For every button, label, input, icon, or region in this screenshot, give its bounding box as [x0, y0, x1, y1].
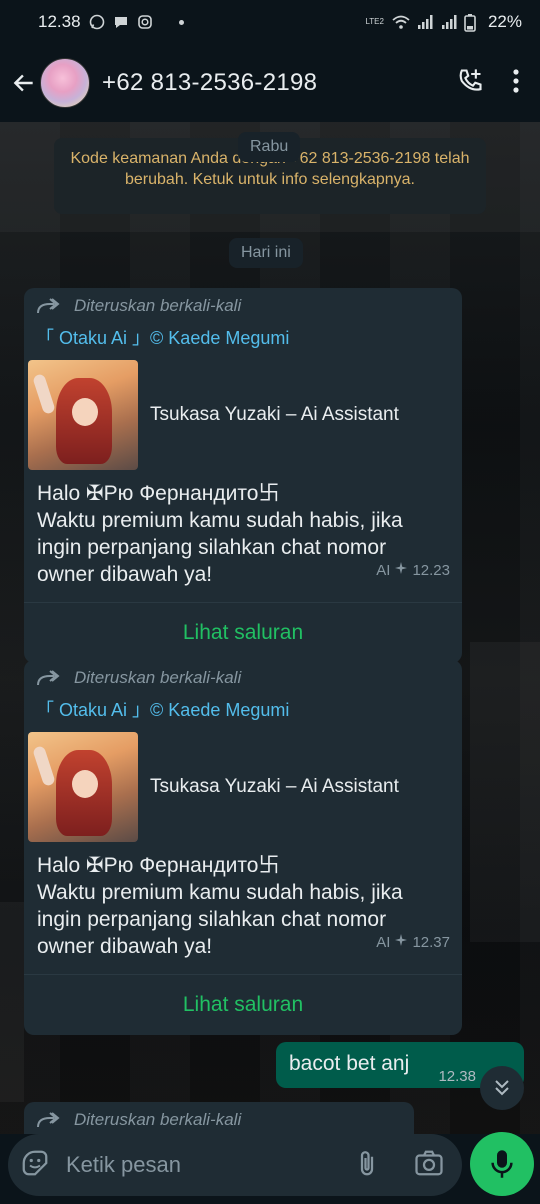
voice-message-button[interactable] [470, 1132, 534, 1196]
message-body: Halo ✠Рю Фернандито卐 Waktu premium kamu … [24, 842, 462, 960]
message-greeting: Halo ✠Рю Фернандито卐 [37, 482, 280, 505]
status-bar: 12.38 LTE2 22% [0, 0, 540, 44]
attach-icon [360, 1150, 374, 1175]
outgoing-time: 12.38 [438, 1068, 476, 1085]
message-time: 12.37 [412, 934, 450, 951]
preview-thumbnail [28, 732, 138, 842]
chat-header: +62 813-2536-2198 [0, 44, 540, 122]
date-pill-today: Hari ini [229, 238, 303, 268]
mic-icon [491, 1150, 513, 1178]
signal-icon [440, 14, 457, 30]
more-options-button[interactable] [512, 68, 520, 99]
partial-message-bubble[interactable]: Diteruskan berkali-kali [24, 1102, 414, 1134]
channel-name[interactable]: 「 Otaku Ai 」© Kaede Megumi [24, 690, 462, 722]
sparkle-icon [394, 929, 408, 956]
wifi-icon [392, 14, 410, 30]
forward-icon [37, 298, 60, 314]
link-preview[interactable]: Tsukasa Yuzaki – Ai Assistant [28, 732, 458, 842]
signal-icon [416, 14, 433, 30]
contact-title[interactable]: +62 813-2536-2198 [102, 69, 317, 97]
emoji-button[interactable] [20, 1148, 50, 1183]
chevron-down-icon [495, 1080, 509, 1096]
attach-button[interactable] [356, 1148, 378, 1183]
message-greeting: Halo ✠Рю Фернандито卐 [37, 854, 280, 877]
forwarded-text: Diteruskan berkali-kali [74, 296, 242, 315]
chat-icon [113, 14, 129, 30]
lte-label: LTE2 [365, 17, 384, 26]
preview-title: Tsukasa Yuzaki – Ai Assistant [150, 404, 399, 425]
instagram-icon [137, 14, 153, 30]
forward-icon [37, 1112, 60, 1128]
emoji-icon [22, 1150, 48, 1175]
wallpaper-band [0, 902, 24, 1102]
whatsapp-icon [89, 14, 105, 30]
outgoing-text: bacot bet anj [289, 1052, 410, 1075]
message-bubble[interactable]: Diteruskan berkali-kali 「 Otaku Ai 」© Ka… [24, 288, 462, 663]
wallpaper-band [470, 642, 540, 942]
link-preview[interactable]: Tsukasa Yuzaki – Ai Assistant [28, 360, 458, 470]
message-bubble[interactable]: Diteruskan berkali-kali 「 Otaku Ai 」© Ka… [24, 660, 462, 1035]
back-button[interactable] [6, 65, 42, 101]
forward-icon [37, 670, 60, 686]
forwarded-label: Diteruskan berkali-kali [24, 288, 462, 318]
battery-icon [464, 14, 480, 32]
forwarded-label: Diteruskan berkali-kali [24, 1102, 414, 1132]
avatar[interactable] [40, 58, 90, 108]
scroll-down-button[interactable] [480, 1066, 524, 1110]
add-call-icon [459, 68, 482, 91]
forwarded-text: Diteruskan berkali-kali [74, 1110, 242, 1129]
composer [0, 1132, 540, 1204]
message-time: 12.23 [412, 562, 450, 579]
more-vert-icon [513, 68, 519, 93]
ai-tag: AI [376, 934, 391, 951]
view-channel-button[interactable]: Lihat saluran [24, 603, 462, 663]
notification-dot [178, 19, 184, 25]
sparkle-icon [394, 557, 408, 584]
ai-tag: AI [376, 562, 391, 579]
forwarded-text: Diteruskan berkali-kali [74, 668, 242, 687]
preview-title: Tsukasa Yuzaki – Ai Assistant [150, 776, 399, 797]
battery-level: 22% [487, 12, 522, 31]
channel-name[interactable]: 「 Otaku Ai 」© Kaede Megumi [24, 318, 462, 350]
preview-thumbnail [28, 360, 138, 470]
date-pill-old: Rabu [238, 132, 301, 162]
camera-button[interactable] [414, 1149, 444, 1182]
message-input-container [8, 1134, 462, 1196]
forwarded-label: Diteruskan berkali-kali [24, 660, 462, 690]
message-body: Halo ✠Рю Фернандито卐 Waktu premium kamu … [24, 470, 462, 588]
chat-area[interactable]: Kode keamanan Anda dengan +62 813-2536-2… [0, 122, 540, 1134]
back-arrow-icon [13, 74, 33, 92]
camera-icon [415, 1150, 443, 1175]
view-channel-button[interactable]: Lihat saluran [24, 975, 462, 1035]
add-call-button[interactable] [456, 67, 484, 100]
status-time: 12.38 [38, 12, 81, 31]
message-input[interactable] [66, 1152, 326, 1178]
